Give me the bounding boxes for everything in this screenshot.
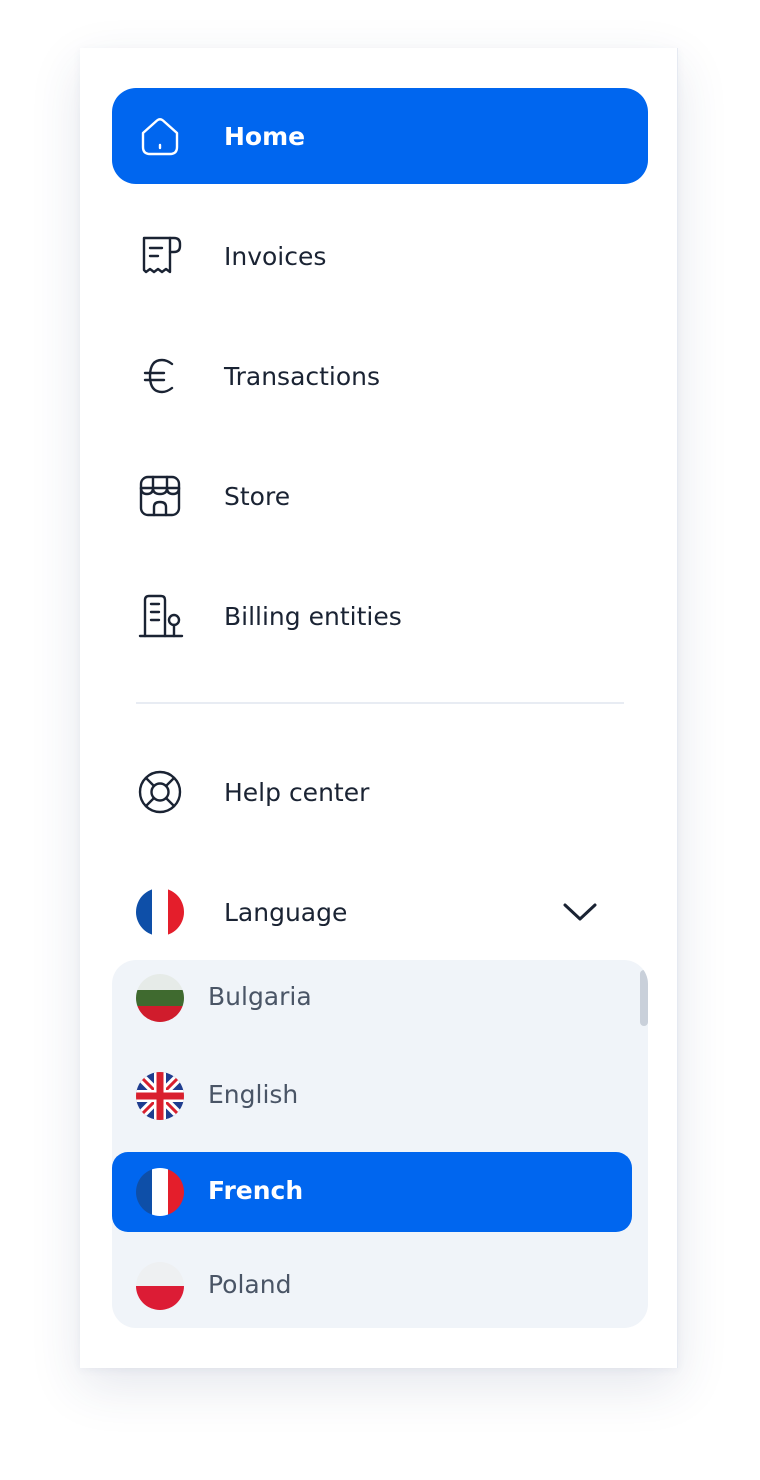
language-option-label: French [208,1176,304,1205]
bulgaria-flag-icon [136,974,184,1022]
sidebar-item-label: Billing entities [224,601,402,631]
language-dropdown[interactable]: Bulgaria English French Poland [112,960,648,1328]
france-flag-icon [136,888,184,936]
language-option-english[interactable]: English [112,1056,632,1136]
language-option-bulgaria[interactable]: Bulgaria [112,960,632,1038]
receipt-icon [136,232,184,280]
building-icon [136,592,184,640]
sidebar-item-label: Home [224,121,306,151]
language-selector[interactable]: Language [112,864,648,960]
sidebar-item-transactions[interactable]: Transactions [112,328,648,424]
euro-icon [136,352,184,400]
language-option-label: English [208,1080,299,1109]
chevron-down-icon[interactable] [560,898,600,926]
language-label: Language [224,897,348,927]
sidebar-item-label: Invoices [224,241,327,271]
dropdown-scrollbar[interactable] [640,970,648,1026]
sidebar-item-billing-entities[interactable]: Billing entities [112,568,648,664]
sidebar-item-home[interactable]: Home [112,88,648,184]
language-option-french[interactable]: French [112,1152,632,1232]
divider [136,702,624,704]
language-option-poland[interactable]: Poland [112,1246,632,1326]
home-icon [136,112,184,160]
sidebar-item-help-center[interactable]: Help center [112,744,648,840]
poland-flag-icon [136,1262,184,1310]
lifebuoy-icon [136,768,184,816]
sidebar-item-label: Help center [224,777,370,807]
sidebar-panel: Home Invoices Transactions Store Billing… [80,48,678,1368]
uk-flag-icon [136,1072,184,1120]
sidebar-item-label: Transactions [224,361,381,391]
storefront-icon [136,472,184,520]
language-option-label: Bulgaria [208,982,312,1011]
language-option-label: Poland [208,1270,292,1299]
sidebar-item-label: Store [224,481,291,511]
sidebar-item-invoices[interactable]: Invoices [112,208,648,304]
france-flag-icon [136,1168,184,1216]
sidebar-item-store[interactable]: Store [112,448,648,544]
